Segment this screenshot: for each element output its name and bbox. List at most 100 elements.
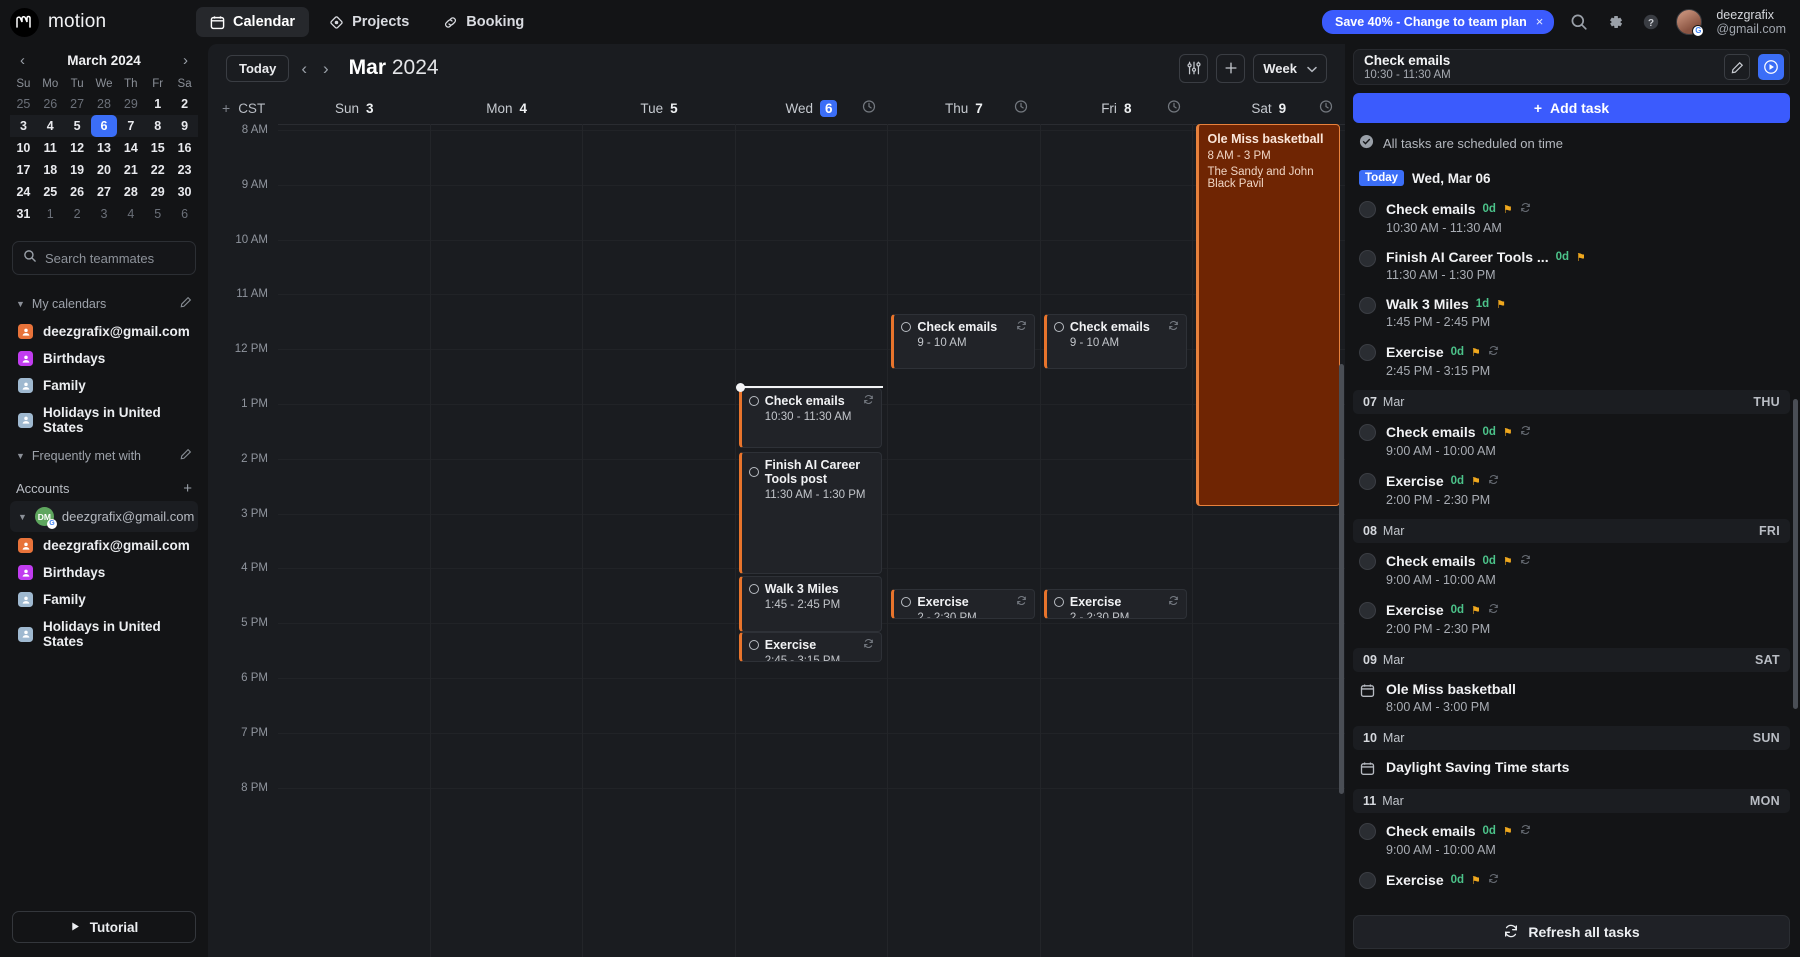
prev-week-button[interactable]: ‹	[297, 60, 311, 77]
mini-day-2[interactable]: 2	[64, 203, 91, 225]
mini-day-8[interactable]: 8	[144, 115, 171, 137]
mini-day-29[interactable]: 29	[144, 181, 171, 203]
mini-day-15[interactable]: 15	[144, 137, 171, 159]
mini-day-17[interactable]: 17	[10, 159, 37, 181]
task-checkbox[interactable]	[1359, 553, 1376, 570]
clock-icon[interactable]	[862, 100, 876, 117]
task-row[interactable]: Walk 3 Miles1d⚑1:45 PM - 2:45 PM	[1353, 289, 1790, 336]
calendar-event-row[interactable]: Daylight Saving Time starts	[1353, 752, 1790, 784]
task-checkbox[interactable]	[1359, 250, 1376, 267]
mini-day-19[interactable]: 19	[64, 159, 91, 181]
clock-icon[interactable]	[1014, 100, 1028, 117]
search-input[interactable]	[45, 251, 185, 266]
task-checkbox[interactable]	[901, 322, 911, 332]
mini-day-24[interactable]: 24	[10, 181, 37, 203]
mini-day-21[interactable]: 21	[117, 159, 144, 181]
mini-day-7[interactable]: 7	[117, 115, 144, 137]
clock-icon[interactable]	[1167, 100, 1181, 117]
account-calendar-item-1[interactable]: Birthdays	[10, 559, 198, 586]
all-day-event[interactable]: Ole Miss basketball8 AM - 3 PMThe Sandy …	[1196, 124, 1340, 506]
day-column-4[interactable]: Check emails9 - 10 AM Exercise2 - 2:30 PM	[887, 124, 1040, 957]
mini-day-1[interactable]: 1	[144, 93, 171, 115]
calendar-event[interactable]: Finish AI Career Tools post11:30 AM - 1:…	[739, 452, 883, 574]
day-column-6[interactable]: Ole Miss basketball8 AM - 3 PMThe Sandy …	[1192, 124, 1345, 957]
mini-day-6[interactable]: 6	[171, 203, 198, 225]
promo-banner[interactable]: Save 40% - Change to team plan ×	[1322, 10, 1554, 34]
my-calendar-item-2[interactable]: Family	[10, 372, 198, 399]
mini-day-28[interactable]: 28	[91, 93, 118, 115]
calendar-event[interactable]: Check emails9 - 10 AM	[891, 314, 1035, 369]
today-button[interactable]: Today	[226, 55, 289, 82]
mini-day-10[interactable]: 10	[10, 137, 37, 159]
task-row[interactable]: Check emails0d⚑9:00 AM - 10:00 AM	[1353, 545, 1790, 594]
mini-day-11[interactable]: 11	[37, 137, 64, 159]
mini-day-13[interactable]: 13	[91, 137, 118, 159]
mini-day-31[interactable]: 31	[10, 203, 37, 225]
add-task-button[interactable]: + Add task	[1353, 93, 1790, 123]
my-calendars-header[interactable]: ▼ My calendars	[10, 289, 198, 318]
account-calendar-item-0[interactable]: deezgrafix@gmail.com	[10, 532, 198, 559]
mini-day-22[interactable]: 22	[144, 159, 171, 181]
calendar-event[interactable]: Exercise2 - 2:30 PM	[891, 589, 1035, 619]
plus-icon[interactable]: +	[183, 480, 192, 497]
task-checkbox[interactable]	[1054, 597, 1064, 607]
my-calendar-item-0[interactable]: deezgrafix@gmail.com	[10, 318, 198, 345]
mini-next-month-button[interactable]: ›	[179, 52, 192, 69]
task-checkbox[interactable]	[1359, 473, 1376, 490]
task-checkbox[interactable]	[749, 640, 759, 650]
day-column-5[interactable]: Check emails9 - 10 AMExercise2 - 2:30 PM	[1040, 124, 1193, 957]
pencil-icon[interactable]	[1724, 54, 1750, 80]
calendar-scrollbar[interactable]	[1339, 364, 1344, 794]
day-header-mon[interactable]: Mon4	[430, 100, 582, 117]
gear-icon[interactable]	[1604, 11, 1626, 33]
current-task-card[interactable]: Check emails 10:30 - 11:30 AM	[1353, 49, 1790, 85]
task-checkbox[interactable]	[1359, 424, 1376, 441]
day-header-sat[interactable]: Sat9	[1193, 100, 1345, 117]
user-info[interactable]: deezgrafix @gmail.com	[1716, 8, 1786, 36]
mini-day-30[interactable]: 30	[171, 181, 198, 203]
view-selector[interactable]: Week	[1253, 54, 1327, 83]
mini-day-6[interactable]: 6	[91, 115, 118, 137]
my-calendar-item-1[interactable]: Birthdays	[10, 345, 198, 372]
task-row[interactable]: Exercise0d⚑2:45 PM - 3:15 PM	[1353, 336, 1790, 385]
mini-day-3[interactable]: 3	[10, 115, 37, 137]
help-icon[interactable]: ?	[1640, 11, 1662, 33]
calendar-event[interactable]: Check emails10:30 - 11:30 AM	[739, 388, 883, 448]
mini-day-29[interactable]: 29	[117, 93, 144, 115]
task-checkbox[interactable]	[1359, 344, 1376, 361]
next-week-button[interactable]: ›	[319, 60, 333, 77]
tutorial-button[interactable]: Tutorial	[12, 911, 196, 943]
task-checkbox[interactable]	[1359, 872, 1376, 889]
avatar[interactable]: G	[1676, 9, 1702, 35]
calendar-event[interactable]: Exercise2 - 2:30 PM	[1044, 589, 1188, 619]
task-checkbox[interactable]	[1359, 823, 1376, 840]
mini-day-5[interactable]: 5	[64, 115, 91, 137]
plus-icon[interactable]: +	[222, 100, 230, 116]
task-row[interactable]: Check emails0d⚑10:30 AM - 11:30 AM	[1353, 193, 1790, 242]
my-calendar-item-3[interactable]: Holidays in United States	[10, 399, 198, 441]
task-checkbox[interactable]	[749, 584, 759, 594]
task-row[interactable]: Check emails0d⚑9:00 AM - 10:00 AM	[1353, 416, 1790, 465]
mini-day-14[interactable]: 14	[117, 137, 144, 159]
task-checkbox[interactable]	[1359, 602, 1376, 619]
task-row[interactable]: Check emails0d⚑9:00 AM - 10:00 AM	[1353, 815, 1790, 864]
day-header-wed[interactable]: Wed6	[735, 100, 887, 117]
task-row[interactable]: Exercise0d⚑2:00 PM - 2:30 PM	[1353, 594, 1790, 643]
day-header-fri[interactable]: Fri8	[1040, 100, 1192, 117]
mini-day-26[interactable]: 26	[37, 93, 64, 115]
task-row[interactable]: Exercise0d⚑	[1353, 864, 1790, 896]
task-checkbox[interactable]	[749, 467, 759, 477]
mini-day-25[interactable]: 25	[37, 181, 64, 203]
account-calendar-item-3[interactable]: Holidays in United States	[10, 613, 198, 655]
task-list-scrollbar[interactable]	[1793, 399, 1798, 709]
day-header-thu[interactable]: Thu7	[888, 100, 1040, 117]
mini-day-9[interactable]: 9	[171, 115, 198, 137]
calendar-event[interactable]: Walk 3 Miles1:45 - 2:45 PM	[739, 576, 883, 632]
frequently-met-header[interactable]: ▼ Frequently met with	[10, 441, 198, 470]
day-column-3[interactable]: Check emails10:30 - 11:30 AMFinish AI Ca…	[735, 124, 888, 957]
account-calendar-item-2[interactable]: Family	[10, 586, 198, 613]
task-checkbox[interactable]	[749, 396, 759, 406]
clock-icon[interactable]	[1319, 100, 1333, 117]
calendar-event[interactable]: Exercise2:45 - 3:15 PM	[739, 632, 883, 662]
task-checkbox[interactable]	[1359, 297, 1376, 314]
